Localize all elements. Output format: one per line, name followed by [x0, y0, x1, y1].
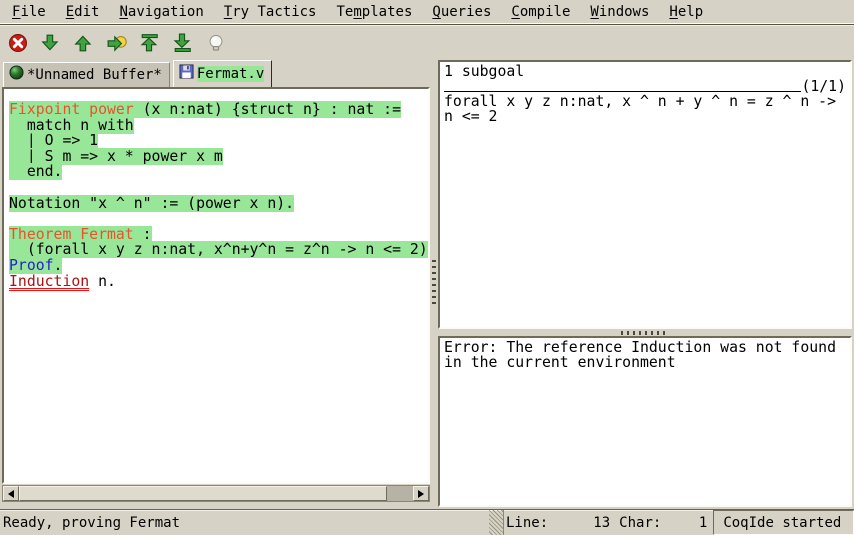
up-arrow-icon — [74, 33, 94, 53]
scrollbar-track[interactable] — [19, 486, 413, 501]
horizontal-scrollbar — [2, 485, 430, 502]
go-to-cursor-button[interactable] — [105, 31, 129, 55]
step-forward-button[interactable] — [39, 31, 63, 55]
right-arrow-icon — [418, 490, 428, 498]
horizontal-splitter[interactable] — [438, 329, 852, 336]
go-to-start-button[interactable] — [138, 31, 162, 55]
menu-windows[interactable]: Windows — [580, 2, 659, 22]
stop-icon — [8, 33, 28, 53]
menu-compile[interactable]: Compile — [501, 2, 580, 22]
messages-pane[interactable]: Error: The reference Induction was not f… — [438, 336, 852, 507]
down-arrow-bar-icon — [173, 33, 193, 53]
app-status: CoqIde started — [713, 510, 854, 535]
line-label: Line: — [506, 515, 548, 531]
goal-separator: (1/1) — [444, 79, 846, 94]
error-message-line: Error: The reference Induction was not f… — [444, 340, 846, 355]
coqide-window: File Edit Navigation Try Tactics Templat… — [0, 0, 854, 535]
status-bar: Ready, proving Fermat Line: 13 Char: 1 C… — [0, 509, 854, 535]
code-lines: Fixpoint power (x n:nat) {struct n} : na… — [9, 102, 428, 289]
goals-pane[interactable]: 1 subgoal (1/1) forall x y z n:nat, x ^ … — [438, 60, 852, 329]
menu-try-tactics[interactable]: Try Tactics — [214, 2, 327, 22]
tab-unnamed-buffer[interactable]: *Unnamed Buffer* — [3, 62, 170, 87]
scrollbar-thumb[interactable] — [19, 486, 387, 501]
menu-help[interactable]: Help — [659, 2, 713, 22]
go-to-end-button[interactable] — [171, 31, 195, 55]
menu-file[interactable]: File — [2, 2, 56, 22]
menu-edit[interactable]: Edit — [56, 2, 110, 22]
green-orb-icon — [9, 65, 24, 84]
menu-templates[interactable]: Templates — [327, 2, 423, 22]
menu-navigation[interactable]: Navigation — [109, 2, 213, 22]
subgoal-count: 1 subgoal — [444, 64, 846, 79]
status-message: Ready, proving Fermat — [0, 510, 489, 535]
error-message-line: in the current environment — [444, 355, 846, 370]
left-arrow-icon — [4, 490, 14, 498]
menu-queries[interactable]: Queries — [422, 2, 501, 22]
menu-bar: File Edit Navigation Try Tactics Templat… — [0, 0, 854, 25]
char-value: 1 — [661, 515, 707, 531]
lightbulb-button[interactable] — [204, 31, 228, 55]
step-backward-button[interactable] — [72, 31, 96, 55]
floppy-disk-icon — [179, 64, 194, 83]
line-value: 13 — [548, 515, 610, 531]
tab-label: Fermat.v — [197, 66, 264, 82]
lightbulb-icon — [206, 33, 226, 53]
proof-column: 1 subgoal (1/1) forall x y z n:nat, x ^ … — [438, 58, 854, 509]
splitter-grip-icon — [621, 331, 669, 335]
char-label: Char: — [619, 515, 661, 531]
tab-label: *Unnamed Buffer* — [27, 67, 162, 83]
vertical-splitter[interactable] — [430, 58, 438, 509]
resize-grip-icon[interactable] — [489, 510, 503, 535]
goal-statement-line: n <= 2 — [444, 109, 846, 124]
buffer-tabs: *Unnamed Buffer* Fermat.v — [2, 58, 430, 87]
goal-statement-line: forall x y z n:nat, x ^ n + y ^ n = z ^ … — [444, 94, 846, 109]
script-editor[interactable]: Fixpoint power (x n:nat) {struct n} : na… — [2, 87, 430, 484]
goal-rule — [444, 91, 801, 92]
toolbar — [0, 25, 854, 58]
script-column: *Unnamed Buffer* Fermat.v Fixpoint power… — [0, 58, 430, 509]
up-arrow-bar-icon — [140, 33, 160, 53]
down-arrow-icon — [41, 33, 61, 53]
tab-fermat-v[interactable]: Fermat.v — [173, 60, 272, 87]
scroll-right-button[interactable] — [413, 486, 429, 501]
scroll-left-button[interactable] — [3, 486, 19, 501]
arrow-into-ball-icon — [107, 33, 127, 53]
goal-counter: (1/1) — [801, 79, 846, 94]
main-area: *Unnamed Buffer* Fermat.v Fixpoint power… — [0, 58, 854, 509]
splitter-grip-icon — [432, 260, 436, 308]
cursor-position: Line: 13 Char: 1 — [504, 510, 707, 535]
stop-button[interactable] — [6, 31, 30, 55]
